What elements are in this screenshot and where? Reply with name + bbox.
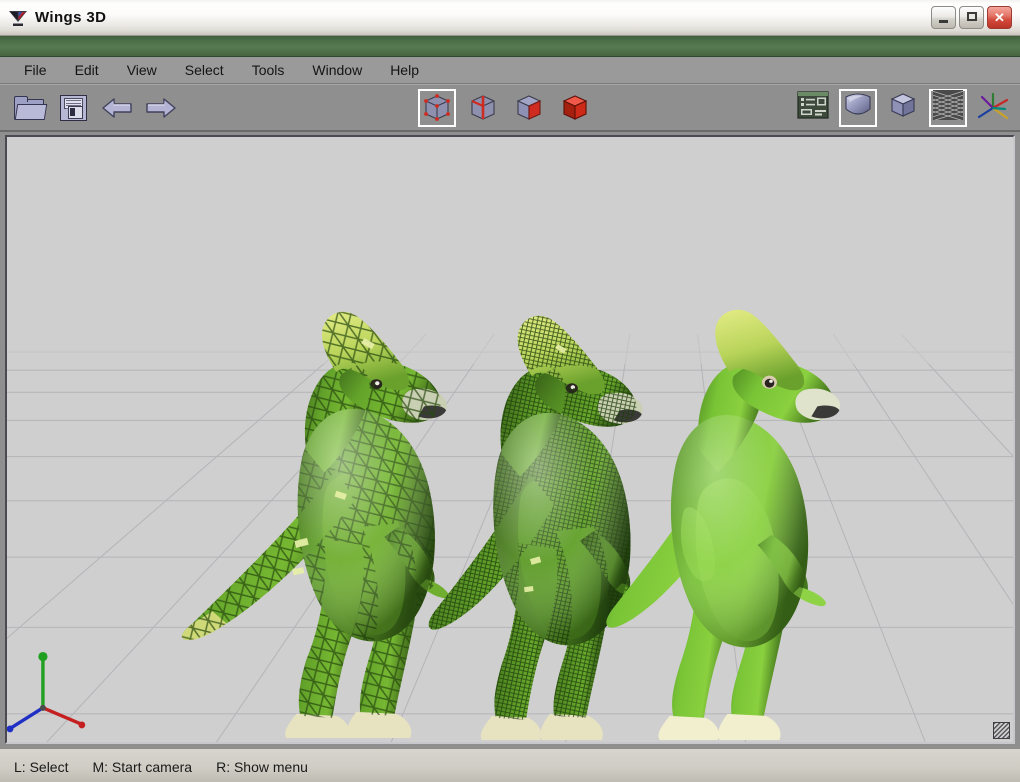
toolbar-group-file	[10, 89, 180, 127]
flat-shaded-cube-icon	[888, 90, 918, 125]
minimize-button[interactable]	[931, 6, 956, 29]
cube-vertex-icon	[422, 93, 452, 123]
folder-open-icon	[14, 96, 44, 120]
vertex-mode-button[interactable]	[418, 89, 456, 127]
smooth-shading-button[interactable]	[839, 89, 877, 127]
wireframe-grid-icon	[933, 90, 963, 125]
arrow-left-icon	[101, 96, 133, 120]
show-axes-button[interactable]	[974, 89, 1012, 127]
preferences-panel-icon	[797, 91, 829, 124]
flat-shading-button[interactable]	[884, 89, 922, 127]
open-file-button[interactable]	[10, 89, 48, 127]
status-hint-right-mouse: R: Show menu	[216, 759, 308, 775]
close-button[interactable]: ✕	[987, 6, 1012, 29]
window-controls: ✕	[931, 6, 1012, 29]
face-mode-button[interactable]	[510, 89, 548, 127]
3d-scene	[7, 137, 1013, 742]
viewport-resize-grip[interactable]	[993, 722, 1010, 739]
status-hint-middle-mouse: M: Start camera	[92, 759, 192, 775]
arrow-right-icon	[145, 96, 177, 120]
viewport-container	[0, 132, 1020, 748]
wings-logo-icon	[8, 8, 28, 28]
wings3d-application-window: Wings 3D ✕ File Edit View Select Tools W…	[0, 0, 1020, 782]
menu-item-view[interactable]: View	[113, 60, 171, 81]
edge-mode-button[interactable]	[464, 89, 502, 127]
undo-button[interactable]	[98, 89, 136, 127]
wireframe-button[interactable]	[929, 89, 967, 127]
floppy-save-icon	[60, 95, 87, 121]
preferences-button[interactable]	[794, 89, 832, 127]
maximize-button[interactable]	[959, 6, 984, 29]
maximize-icon	[967, 12, 977, 21]
status-hint-left-mouse: L: Select	[14, 759, 68, 775]
menu-item-help[interactable]: Help	[376, 60, 433, 81]
menu-item-window[interactable]: Window	[298, 60, 376, 81]
menu-item-tools[interactable]: Tools	[238, 60, 299, 81]
toolbar-group-selection-modes	[418, 89, 594, 127]
rgb-axes-icon	[976, 91, 1010, 125]
menu-item-file[interactable]: File	[10, 60, 61, 81]
menu-item-edit[interactable]: Edit	[61, 60, 113, 81]
redo-button[interactable]	[142, 89, 180, 127]
menubar: File Edit View Select Tools Window Help	[0, 57, 1020, 84]
save-file-button[interactable]	[54, 89, 92, 127]
cube-face-icon	[514, 93, 544, 123]
toolbar-group-display-modes	[794, 89, 1012, 127]
minimize-icon	[939, 20, 948, 23]
window-title: Wings 3D	[35, 9, 931, 26]
statusbar: L: Select M: Start camera R: Show menu	[0, 748, 1020, 782]
cube-edge-icon	[468, 93, 498, 123]
smooth-shaded-cube-icon	[843, 90, 873, 125]
close-icon: ✕	[988, 7, 1011, 28]
menu-item-select[interactable]: Select	[171, 60, 238, 81]
body-mode-button[interactable]	[556, 89, 594, 127]
toolbar	[0, 84, 1020, 132]
titlebar: Wings 3D ✕	[0, 0, 1020, 36]
cube-body-icon	[560, 93, 590, 123]
progress-strip	[0, 36, 1020, 57]
3d-viewport[interactable]	[5, 135, 1015, 744]
